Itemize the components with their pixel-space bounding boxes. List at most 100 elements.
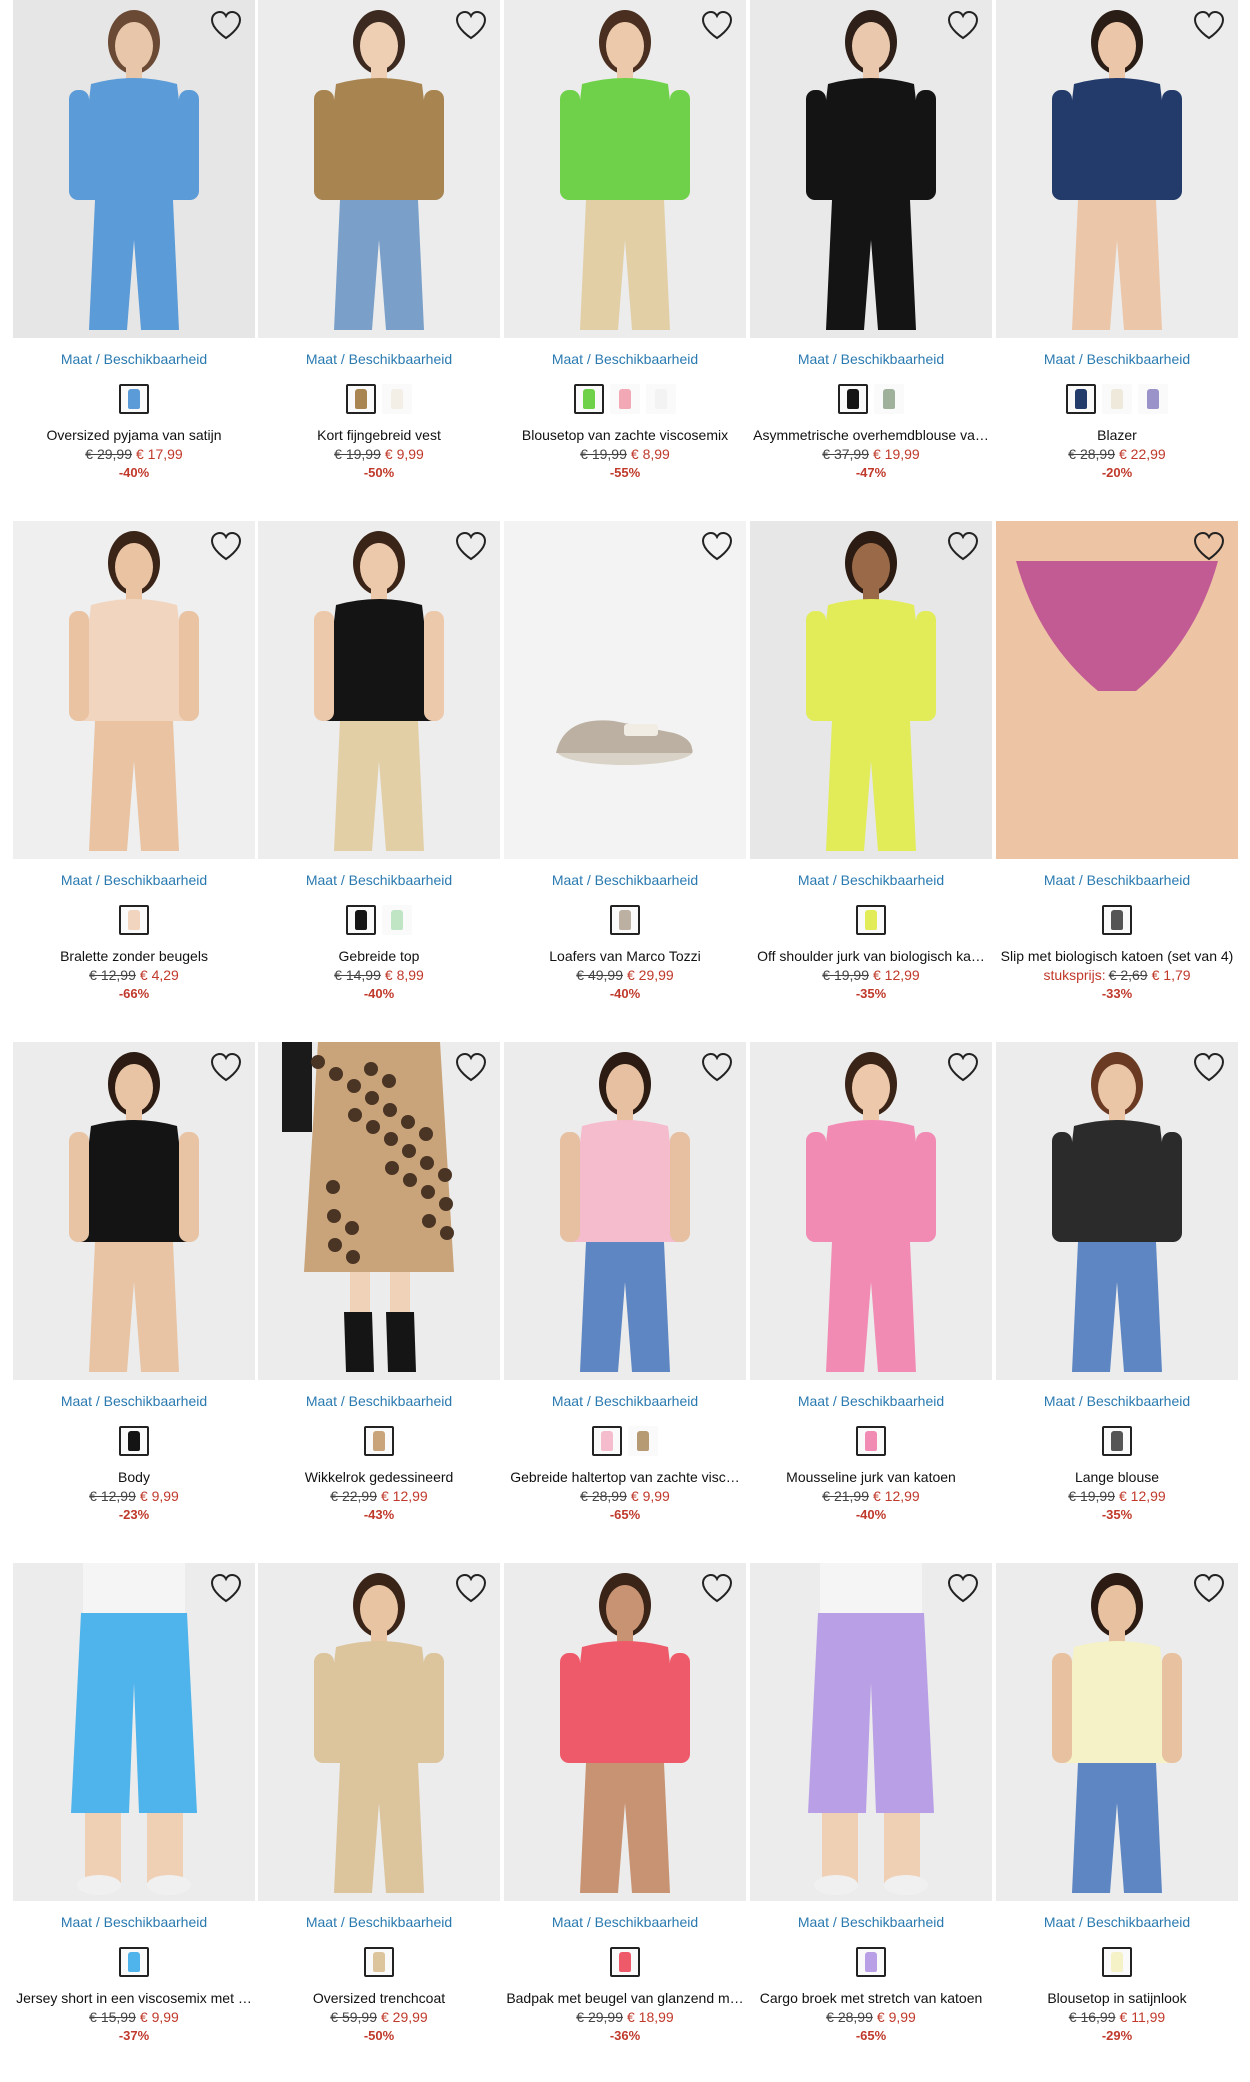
product-image[interactable]	[13, 1563, 255, 1901]
product-card[interactable]: Maat / Beschikbaarheid Slip met biologisc…	[996, 521, 1238, 1003]
wishlist-heart-icon[interactable]	[1192, 1573, 1226, 1603]
product-image[interactable]	[750, 521, 992, 859]
product-name[interactable]: Gebreide top	[258, 947, 500, 965]
wishlist-heart-icon[interactable]	[209, 531, 243, 561]
product-image[interactable]	[258, 1563, 500, 1901]
size-availability-link[interactable]: Maat / Beschikbaarheid	[1044, 351, 1190, 367]
wishlist-heart-icon[interactable]	[1192, 10, 1226, 40]
size-availability-link[interactable]: Maat / Beschikbaarheid	[552, 1914, 698, 1930]
size-availability-link[interactable]: Maat / Beschikbaarheid	[61, 872, 207, 888]
product-card[interactable]: Maat / Beschikbaarheid Body € 12,99 € 9,99-…	[13, 1042, 255, 1524]
size-availability-link[interactable]: Maat / Beschikbaarheid	[306, 1914, 452, 1930]
product-name[interactable]: Loafers van Marco Tozzi	[504, 947, 746, 965]
product-image[interactable]	[750, 1042, 992, 1380]
color-swatch[interactable]	[574, 384, 604, 414]
product-name[interactable]: Jersey short in een viscosemix met …	[13, 1989, 255, 2007]
size-availability-link[interactable]: Maat / Beschikbaarheid	[798, 1393, 944, 1409]
wishlist-heart-icon[interactable]	[700, 10, 734, 40]
wishlist-heart-icon[interactable]	[1192, 1052, 1226, 1082]
product-name[interactable]: Gebreide haltertop van zachte visc…	[504, 1468, 746, 1486]
color-swatch[interactable]	[628, 1426, 658, 1456]
color-swatch[interactable]	[646, 384, 676, 414]
product-card[interactable]: Maat / Beschikbaarheid Kort fijngebreid v…	[258, 0, 500, 482]
size-availability-link[interactable]: Maat / Beschikbaarheid	[1044, 1914, 1190, 1930]
product-image[interactable]	[504, 521, 746, 859]
color-swatch[interactable]	[838, 384, 868, 414]
product-card[interactable]: Maat / Beschikbaarheid Badpak met beugel …	[504, 1563, 746, 2045]
product-card[interactable]: Maat / Beschikbaarheid Loafers van Marco …	[504, 521, 746, 1003]
product-image[interactable]	[13, 521, 255, 859]
wishlist-heart-icon[interactable]	[1192, 531, 1226, 561]
product-card[interactable]: Maat / Beschikbaarheid Blazer € 28,99 € 22,…	[996, 0, 1238, 482]
color-swatch[interactable]	[874, 384, 904, 414]
product-image[interactable]	[258, 521, 500, 859]
color-swatch[interactable]	[119, 1426, 149, 1456]
color-swatch[interactable]	[1066, 384, 1096, 414]
product-name[interactable]: Mousseline jurk van katoen	[750, 1468, 992, 1486]
color-swatch[interactable]	[1102, 1426, 1132, 1456]
product-image[interactable]	[13, 0, 255, 338]
color-swatch[interactable]	[346, 905, 376, 935]
color-swatch[interactable]	[382, 905, 412, 935]
product-image[interactable]	[258, 1042, 500, 1380]
wishlist-heart-icon[interactable]	[700, 531, 734, 561]
size-availability-link[interactable]: Maat / Beschikbaarheid	[798, 351, 944, 367]
product-card[interactable]: Maat / Beschikbaarheid Blousetop in satij…	[996, 1563, 1238, 2045]
color-swatch[interactable]	[364, 1426, 394, 1456]
product-card[interactable]: Maat / Beschikbaarheid Cargo broek met st…	[750, 1563, 992, 2045]
wishlist-heart-icon[interactable]	[454, 10, 488, 40]
size-availability-link[interactable]: Maat / Beschikbaarheid	[1044, 1393, 1190, 1409]
product-name[interactable]: Kort fijngebreid vest	[258, 426, 500, 444]
product-name[interactable]: Asymmetrische overhemdblouse va…	[750, 426, 992, 444]
size-availability-link[interactable]: Maat / Beschikbaarheid	[61, 1914, 207, 1930]
color-swatch[interactable]	[119, 1947, 149, 1977]
wishlist-heart-icon[interactable]	[700, 1052, 734, 1082]
color-swatch[interactable]	[856, 905, 886, 935]
size-availability-link[interactable]: Maat / Beschikbaarheid	[306, 351, 452, 367]
product-card[interactable]: Maat / Beschikbaarheid Lange blouse € 19,9…	[996, 1042, 1238, 1524]
wishlist-heart-icon[interactable]	[454, 1052, 488, 1082]
color-swatch[interactable]	[856, 1426, 886, 1456]
wishlist-heart-icon[interactable]	[946, 531, 980, 561]
wishlist-heart-icon[interactable]	[209, 1573, 243, 1603]
product-card[interactable]: Maat / Beschikbaarheid Gebreide top € 14,9…	[258, 521, 500, 1003]
product-card[interactable]: Maat / Beschikbaarheid Wikkelrok gedessin…	[258, 1042, 500, 1524]
size-availability-link[interactable]: Maat / Beschikbaarheid	[306, 872, 452, 888]
size-availability-link[interactable]: Maat / Beschikbaarheid	[552, 351, 698, 367]
product-card[interactable]: Maat / Beschikbaarheid Blousetop van zach…	[504, 0, 746, 482]
product-name[interactable]: Body	[13, 1468, 255, 1486]
color-swatch[interactable]	[1102, 905, 1132, 935]
wishlist-heart-icon[interactable]	[700, 1573, 734, 1603]
color-swatch[interactable]	[1138, 384, 1168, 414]
color-swatch[interactable]	[119, 905, 149, 935]
product-name[interactable]: Slip met biologisch katoen (set van 4)	[996, 947, 1238, 965]
product-name[interactable]: Blousetop van zachte viscosemix	[504, 426, 746, 444]
color-swatch[interactable]	[346, 384, 376, 414]
color-swatch[interactable]	[382, 384, 412, 414]
product-name[interactable]: Cargo broek met stretch van katoen	[750, 1989, 992, 2007]
color-swatch[interactable]	[610, 384, 640, 414]
product-image[interactable]	[504, 1563, 746, 1901]
product-image[interactable]	[996, 521, 1238, 859]
color-swatch[interactable]	[592, 1426, 622, 1456]
size-availability-link[interactable]: Maat / Beschikbaarheid	[552, 872, 698, 888]
size-availability-link[interactable]: Maat / Beschikbaarheid	[306, 1393, 452, 1409]
wishlist-heart-icon[interactable]	[454, 531, 488, 561]
product-image[interactable]	[13, 1042, 255, 1380]
product-image[interactable]	[996, 1563, 1238, 1901]
product-card[interactable]: Maat / Beschikbaarheid Off shoulder jurk …	[750, 521, 992, 1003]
size-availability-link[interactable]: Maat / Beschikbaarheid	[552, 1393, 698, 1409]
product-name[interactable]: Oversized trenchcoat	[258, 1989, 500, 2007]
color-swatch[interactable]	[119, 384, 149, 414]
product-image[interactable]	[996, 1042, 1238, 1380]
product-card[interactable]: Maat / Beschikbaarheid Oversized pyjama v…	[13, 0, 255, 482]
wishlist-heart-icon[interactable]	[946, 1573, 980, 1603]
product-name[interactable]: Badpak met beugel van glanzend m…	[504, 1989, 746, 2007]
product-card[interactable]: Maat / Beschikbaarheid Bralette zonder be…	[13, 521, 255, 1003]
product-image[interactable]	[258, 0, 500, 338]
product-card[interactable]: Maat / Beschikbaarheid Jersey short in ee…	[13, 1563, 255, 2045]
product-card[interactable]: Maat / Beschikbaarheid Asymmetrische over…	[750, 0, 992, 482]
product-card[interactable]: Maat / Beschikbaarheid Gebreide haltertop…	[504, 1042, 746, 1524]
color-swatch[interactable]	[856, 1947, 886, 1977]
product-image[interactable]	[504, 1042, 746, 1380]
